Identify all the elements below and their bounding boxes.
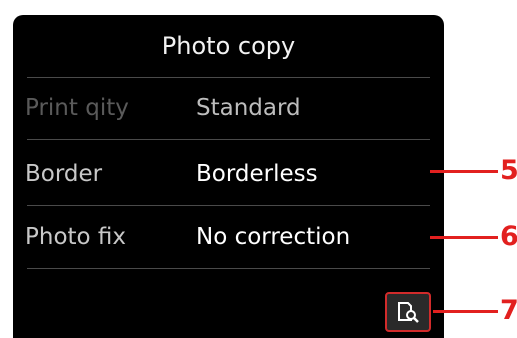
setting-row-print-qity[interactable]: Print qity Standard <box>13 75 444 141</box>
callout-line-6 <box>430 236 498 239</box>
preview-button[interactable] <box>385 292 431 332</box>
setting-label: Print qity <box>25 95 129 121</box>
setting-row-photo-fix[interactable]: Photo fix No correction <box>13 204 444 270</box>
divider <box>27 268 430 269</box>
callout-number-6: 6 <box>500 221 517 252</box>
callout-number-5: 5 <box>500 155 517 186</box>
setting-row-border[interactable]: Border Borderless <box>13 141 444 207</box>
lcd-screen: Photo copy Print qity Standard Border Bo… <box>13 15 444 338</box>
callout-number-7: 7 <box>500 295 517 326</box>
setting-label: Border <box>25 161 103 187</box>
screen-title: Photo copy <box>161 32 296 60</box>
setting-label: Photo fix <box>25 224 127 250</box>
divider <box>27 139 430 140</box>
callout-line-5 <box>430 170 498 173</box>
setting-value: Standard <box>196 95 301 121</box>
setting-value: No correction <box>196 224 351 250</box>
preview-magnifier-icon <box>398 302 419 323</box>
setting-value: Borderless <box>196 161 318 187</box>
callout-line-7 <box>433 310 498 313</box>
